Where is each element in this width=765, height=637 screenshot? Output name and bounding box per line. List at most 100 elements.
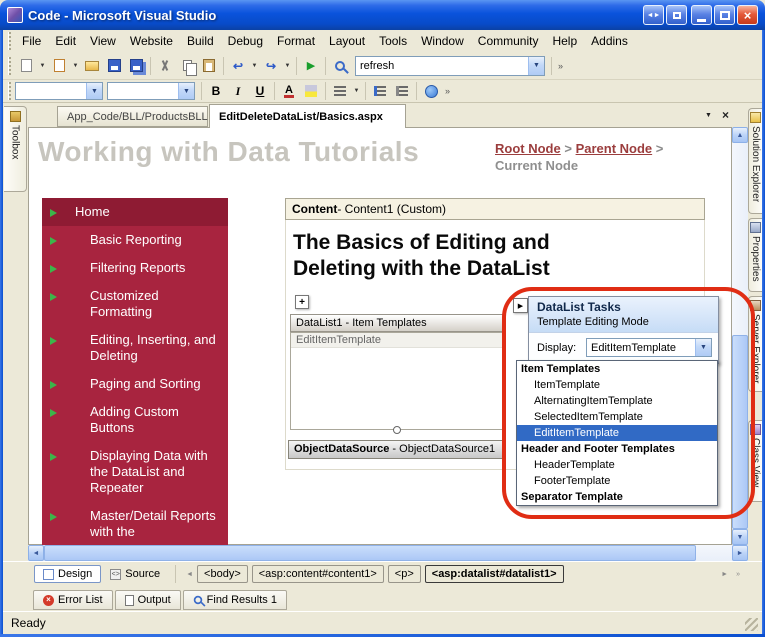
- resize-handle[interactable]: [393, 426, 401, 434]
- minimize-button[interactable]: [691, 5, 712, 25]
- toolbar-grip[interactable]: [8, 82, 11, 100]
- save-button[interactable]: [103, 55, 125, 77]
- tag-nav-right-button[interactable]: ►: [717, 569, 732, 580]
- underline-button[interactable]: U: [249, 82, 271, 101]
- bold-button[interactable]: B: [205, 82, 227, 101]
- dropdown-item-footertemplate[interactable]: FooterTemplate: [517, 473, 717, 489]
- display-combo-dropdown[interactable]: ▼: [695, 339, 711, 356]
- toolbar-overflow-button[interactable]: »: [555, 55, 566, 77]
- tag-nav-overflow-button[interactable]: »: [732, 569, 744, 580]
- titlebar-extra-button-2[interactable]: [666, 5, 687, 25]
- highlight-button[interactable]: [300, 82, 322, 101]
- server-explorer-tab[interactable]: Server Explorer: [748, 296, 762, 392]
- datalist-template-box[interactable]: EditItemTemplate: [290, 332, 505, 430]
- start-debug-button[interactable]: ▶: [300, 55, 322, 77]
- target-style-combo[interactable]: ▼: [15, 82, 103, 100]
- properties-tab[interactable]: Properties: [748, 218, 762, 292]
- tag-asp-datalist[interactable]: <asp:datalist#datalist1>: [424, 565, 564, 583]
- tag-p[interactable]: <p>: [387, 565, 421, 583]
- scroll-left-button[interactable]: ◄: [28, 545, 44, 561]
- redo-button[interactable]: ↪: [260, 55, 282, 77]
- breadcrumb-root-link[interactable]: Root Node: [495, 141, 561, 156]
- dropdown-item-alternatingitemtemplate[interactable]: AlternatingItemTemplate: [517, 393, 717, 409]
- nav-item-displaying-data[interactable]: Displaying Data with the DataList and Re…: [42, 442, 228, 502]
- toolbar-overflow-button[interactable]: »: [442, 82, 453, 101]
- nav-item-master-detail[interactable]: Master/Detail Reports with the: [42, 502, 228, 546]
- style-combo-dropdown[interactable]: ▼: [86, 83, 102, 99]
- menu-layout[interactable]: Layout: [322, 31, 372, 51]
- find-combo-value[interactable]: refresh: [356, 60, 528, 72]
- source-view-button[interactable]: <> Source: [101, 565, 169, 583]
- dropdown-item-edititemtemplate[interactable]: EditItemTemplate: [517, 425, 717, 441]
- scroll-up-button[interactable]: ▲: [732, 127, 748, 143]
- display-combo-value[interactable]: EditItemTemplate: [587, 342, 695, 354]
- find-button[interactable]: [329, 55, 351, 77]
- menu-build[interactable]: Build: [180, 31, 221, 51]
- smart-tag-button[interactable]: ▶: [513, 298, 528, 313]
- titlebar[interactable]: Code - Microsoft Visual Studio ◄► ×: [0, 0, 765, 30]
- menu-community[interactable]: Community: [471, 31, 546, 51]
- menu-tools[interactable]: Tools: [372, 31, 414, 51]
- tag-nav-left-button[interactable]: ◄: [182, 569, 197, 580]
- find-combo[interactable]: refresh ▼: [355, 55, 545, 76]
- nav-item-adding-custom-buttons[interactable]: Adding Custom Buttons: [42, 398, 228, 442]
- breadcrumb-parent-link[interactable]: Parent Node: [576, 141, 653, 156]
- move-handle[interactable]: +: [295, 295, 309, 309]
- font-color-button[interactable]: A: [278, 82, 300, 101]
- find-results-tab[interactable]: Find Results 1: [182, 590, 287, 610]
- new-file-dropdown[interactable]: ▼: [37, 55, 48, 77]
- nav-item-basic-reporting[interactable]: Basic Reporting: [42, 226, 228, 254]
- undo-button[interactable]: ↩: [227, 55, 249, 77]
- hyperlink-button[interactable]: [420, 82, 442, 101]
- align-button[interactable]: [329, 82, 351, 101]
- nav-item-filtering-reports[interactable]: Filtering Reports: [42, 254, 228, 282]
- display-combo[interactable]: EditItemTemplate ▼: [586, 338, 712, 357]
- objectdatasource-control[interactable]: ObjectDataSource - ObjectDataSource1: [288, 440, 506, 459]
- output-tab[interactable]: Output: [114, 590, 181, 610]
- paste-button[interactable]: [198, 55, 220, 77]
- scroll-right-button[interactable]: ►: [732, 545, 748, 561]
- menu-edit[interactable]: Edit: [48, 31, 83, 51]
- horizontal-scrollbar-thumb[interactable]: [44, 545, 696, 561]
- menu-view[interactable]: View: [83, 31, 123, 51]
- font-combo-dropdown[interactable]: ▼: [178, 83, 194, 99]
- redo-dropdown[interactable]: ▼: [282, 55, 293, 77]
- dropdown-item-itemtemplate[interactable]: ItemTemplate: [517, 377, 717, 393]
- dropdown-item-headertemplate[interactable]: HeaderTemplate: [517, 457, 717, 473]
- toolbar-grip[interactable]: [8, 56, 11, 75]
- scroll-down-button[interactable]: ▼: [732, 529, 748, 545]
- class-view-tab[interactable]: Class View: [748, 420, 762, 502]
- tag-body[interactable]: <body>: [197, 565, 248, 583]
- close-button[interactable]: ×: [737, 5, 758, 25]
- numbered-list-button[interactable]: [391, 82, 413, 101]
- menu-format[interactable]: Format: [270, 31, 322, 51]
- align-dropdown[interactable]: ▼: [351, 82, 362, 101]
- cut-button[interactable]: [154, 55, 176, 77]
- error-list-tab[interactable]: × Error List: [33, 590, 113, 610]
- menu-file[interactable]: File: [15, 31, 48, 51]
- add-item-button[interactable]: [48, 55, 70, 77]
- menu-window[interactable]: Window: [414, 31, 471, 51]
- menubar-grip[interactable]: [8, 32, 11, 50]
- font-name-combo[interactable]: ▼: [107, 82, 195, 100]
- datalist-header[interactable]: DataList1 - Item Templates: [290, 314, 505, 332]
- add-item-dropdown[interactable]: ▼: [70, 55, 81, 77]
- find-combo-dropdown[interactable]: ▼: [528, 56, 544, 75]
- nav-item-editing-inserting-deleting[interactable]: Editing, Inserting, and Deleting: [42, 326, 228, 370]
- content-region-header[interactable]: Content - Content1 (Custom): [285, 198, 705, 220]
- menu-debug[interactable]: Debug: [221, 31, 270, 51]
- save-all-button[interactable]: [125, 55, 147, 77]
- doc-tab-productsbll[interactable]: App_Code/BLL/ProductsBLL: [57, 106, 208, 127]
- undo-dropdown[interactable]: ▼: [249, 55, 260, 77]
- menu-addins[interactable]: Addins: [584, 31, 635, 51]
- copy-button[interactable]: [176, 55, 198, 77]
- restore-button[interactable]: [714, 5, 735, 25]
- design-view-button[interactable]: Design: [34, 565, 102, 583]
- menu-help[interactable]: Help: [545, 31, 584, 51]
- menu-website[interactable]: Website: [123, 31, 180, 51]
- doc-tab-basics-aspx[interactable]: EditDeleteDataList/Basics.aspx: [209, 104, 406, 128]
- dropdown-item-selecteditemtemplate[interactable]: SelectedItemTemplate: [517, 409, 717, 425]
- vertical-scrollbar-thumb[interactable]: [732, 335, 748, 529]
- nav-item-customized-formatting[interactable]: Customized Formatting: [42, 282, 228, 326]
- solution-explorer-tab[interactable]: Solution Explorer: [748, 108, 762, 214]
